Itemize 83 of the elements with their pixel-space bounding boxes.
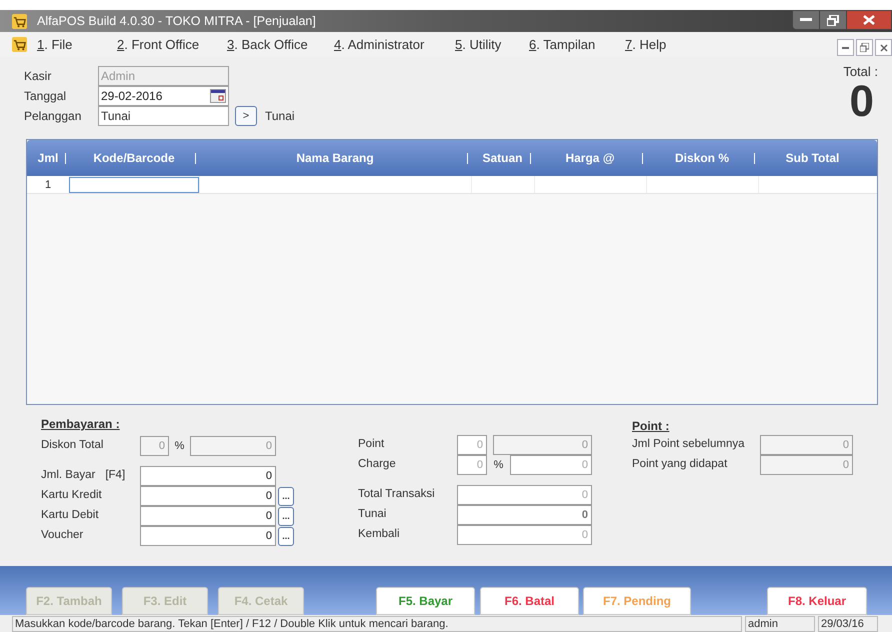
minimize-icon <box>800 18 812 22</box>
menu-item[interactable]: 2. Front Office <box>117 34 227 54</box>
menu-item[interactable]: 1. File <box>37 34 117 54</box>
field-label: Point yang didapat <box>632 457 728 472</box>
browse-button[interactable]: ... <box>278 506 294 526</box>
browse-button[interactable]: ... <box>278 526 294 546</box>
function-button[interactable]: F6. Batal <box>480 587 579 615</box>
percent-sign: % <box>492 458 504 473</box>
field-label: Kartu Kredit <box>41 488 102 504</box>
column-header[interactable]: Jml <box>38 149 58 167</box>
field-label: Point <box>358 437 386 452</box>
input-field[interactable]: Tunai <box>98 106 229 126</box>
menu-item[interactable]: 7. Help <box>625 34 685 54</box>
field-label: Diskon Total <box>41 438 104 454</box>
input-field[interactable]: 0 <box>140 466 276 486</box>
section-title: Pembayaran : <box>41 416 121 433</box>
maximize-button[interactable] <box>820 10 846 30</box>
input-field[interactable]: 0 <box>140 506 276 526</box>
input-field[interactable]: 0 <box>760 435 853 455</box>
field-label: Voucher <box>41 528 84 544</box>
maximize-icon <box>827 14 839 26</box>
close-icon <box>880 44 888 52</box>
input-field[interactable]: 0 <box>457 435 487 455</box>
status-date: 29/03/16 <box>818 616 878 632</box>
close-icon <box>863 15 875 25</box>
restore-icon <box>860 43 869 52</box>
status-user: admin <box>745 616 815 632</box>
input-field[interactable]: 0 <box>457 455 487 475</box>
field-label: Kasir <box>24 68 52 85</box>
input-field[interactable]: 0 <box>760 455 853 475</box>
field-label: Kartu Debit <box>41 508 99 524</box>
column-header[interactable]: Satuan <box>482 149 522 167</box>
field-label: Jml Point sebelumnya <box>632 437 746 452</box>
window-title: AlfaPOS Build 4.0.30 - TOKO MITRA - [Penjualan] <box>37 12 316 30</box>
restore-button[interactable] <box>856 39 873 56</box>
input-field[interactable]: 0 <box>190 436 276 456</box>
menu-item[interactable]: 4. Administrator <box>334 34 455 54</box>
function-button[interactable]: F5. Bayar <box>376 587 475 615</box>
total-label: Total : <box>843 63 878 81</box>
table-cell-text: 1 <box>44 178 52 193</box>
input-field[interactable]: 0 <box>493 435 592 455</box>
field-label: Total Transaksi <box>358 487 436 502</box>
menu-item[interactable]: 6. Tampilan <box>529 34 625 54</box>
minimize-button[interactable] <box>837 39 854 56</box>
input-field[interactable]: 0 <box>457 485 592 505</box>
close-button[interactable] <box>846 10 892 30</box>
cart-icon <box>12 37 27 52</box>
column-header[interactable]: Harga @ <box>565 149 615 167</box>
total-amount: 0 <box>850 82 874 122</box>
input-field[interactable]: 0 <box>140 486 276 506</box>
function-button[interactable]: F7. Pending <box>583 587 691 615</box>
input-field[interactable]: 0 <box>140 526 276 546</box>
minimize-icon <box>842 46 850 49</box>
arrow-button[interactable]: > <box>235 106 257 126</box>
column-header[interactable]: Diskon % <box>674 149 729 167</box>
column-header[interactable]: Sub Total <box>786 149 840 167</box>
hotkey-label: [F4] <box>105 468 126 484</box>
field-label: Tanggal <box>24 88 68 105</box>
column-header[interactable]: Nama Barang <box>296 149 374 167</box>
customer-name: Tunai <box>265 108 295 125</box>
field-label: Jml. Bayar <box>41 468 96 484</box>
close-button[interactable] <box>875 39 892 56</box>
column-header[interactable]: Kode/Barcode <box>93 149 175 167</box>
status-message: Masukkan kode/barcode barang. Tekan [Enter] / F12 / Double Klik untuk mencari barang. <box>12 616 742 632</box>
menu-item[interactable]: 3. Back Office <box>227 34 334 54</box>
calendar-icon[interactable] <box>210 89 226 103</box>
input-field[interactable]: 0 <box>510 455 592 475</box>
field-label: Pelanggan <box>24 108 82 125</box>
cart-icon <box>12 14 27 28</box>
field-label: Charge <box>358 457 397 472</box>
percent-sign: % <box>174 438 186 454</box>
field-label: Kembali <box>358 527 401 542</box>
section-title: Point : <box>632 418 670 435</box>
input-field[interactable]: 0 <box>457 505 592 525</box>
input-field[interactable]: 0 <box>140 436 169 456</box>
field-label: Tunai <box>358 507 388 522</box>
browse-button[interactable]: ... <box>278 486 294 506</box>
date-field[interactable]: 29-02-2016 <box>98 86 229 106</box>
input-field[interactable]: 0 <box>457 525 592 545</box>
barcode-input[interactable] <box>69 177 199 193</box>
menu-item[interactable]: 5. Utility <box>455 34 529 54</box>
minimize-button[interactable] <box>792 10 820 30</box>
function-button[interactable]: F8. Keluar <box>767 587 867 615</box>
